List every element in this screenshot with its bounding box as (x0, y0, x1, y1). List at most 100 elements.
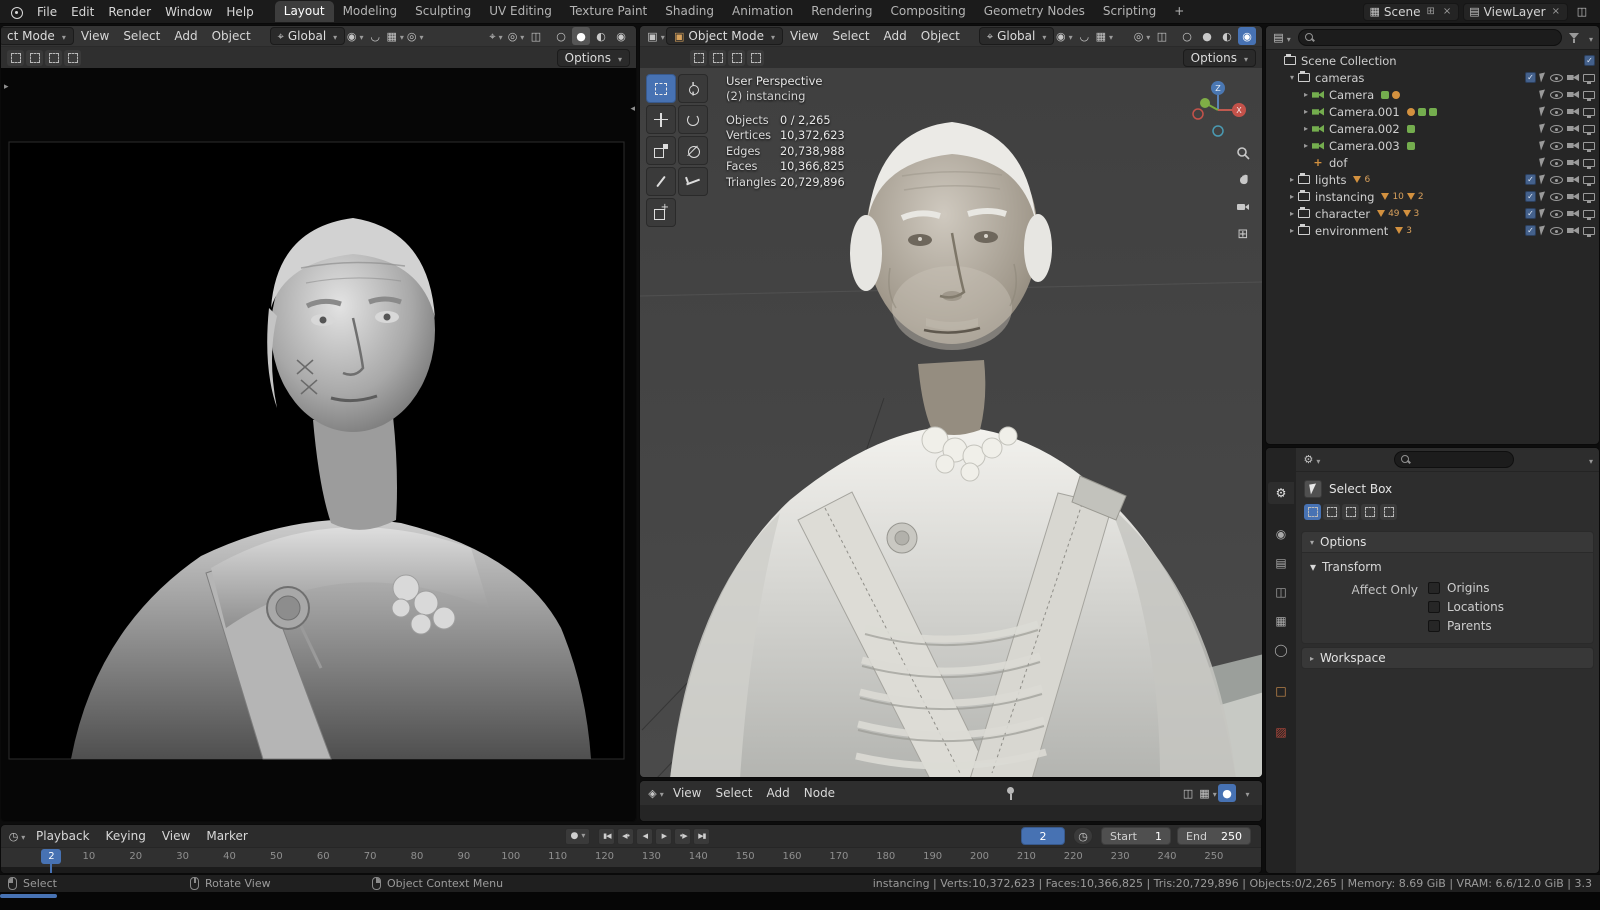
select-mode-new-icon[interactable] (1304, 504, 1321, 520)
camera-view-icon[interactable] (1232, 196, 1254, 218)
node-menu-item[interactable]: View (666, 786, 708, 800)
properties-tab[interactable]: ▤ (1268, 552, 1294, 574)
tool-button[interactable] (678, 167, 708, 196)
timeline-ruler[interactable]: 1020304050607080901001101201301401501601… (1, 847, 1261, 867)
disable-in-viewports-icon[interactable] (1583, 210, 1595, 218)
selectable-icon[interactable] (1539, 191, 1547, 201)
zoom-icon[interactable] (1232, 142, 1254, 164)
pan-hand-icon[interactable] (1232, 169, 1254, 191)
outliner-row-camera-001[interactable]: ▸Camera.001 (1266, 103, 1599, 120)
disclosure-closed-icon[interactable]: ▸ (1300, 90, 1312, 99)
shading-solid-icon[interactable] (1198, 27, 1216, 45)
properties-options-arrow[interactable] (1586, 453, 1593, 467)
tool-button[interactable] (646, 105, 676, 134)
disclosure-closed-icon[interactable]: ▸ (1300, 107, 1312, 116)
disclosure-open-icon[interactable]: ▾ (1286, 73, 1298, 82)
viewport-menu-item[interactable]: Object (914, 29, 967, 43)
node-menu-item[interactable]: Add (760, 786, 797, 800)
timeline-scrollbar[interactable] (0, 894, 57, 898)
disable-in-renders-icon[interactable] (1567, 108, 1579, 116)
transport-button[interactable]: ▶ (655, 828, 672, 845)
outliner-row-dof[interactable]: dof (1266, 154, 1599, 171)
filter-dropdown-arrow[interactable] (1586, 31, 1593, 45)
select-mode-new-icon[interactable] (7, 50, 24, 66)
snap-toggle[interactable] (1074, 27, 1094, 45)
disable-in-renders-icon[interactable] (1567, 176, 1579, 184)
shading-material-icon[interactable] (1218, 27, 1236, 45)
select-mode-subtract-icon[interactable] (728, 50, 745, 66)
viewport-menu-item[interactable]: Object (205, 29, 258, 43)
pivot-point-selector[interactable] (345, 27, 365, 45)
properties-tab[interactable]: ◯ (1268, 639, 1294, 661)
disable-in-renders-icon[interactable] (1567, 210, 1579, 218)
workspace-tab[interactable]: Animation (723, 1, 802, 22)
shading-rendered-icon[interactable] (1238, 27, 1256, 45)
show-gizmo-toggle[interactable] (486, 27, 506, 45)
checkbox-row[interactable]: Locations (1428, 600, 1585, 614)
shading-wireframe-icon[interactable] (1178, 27, 1196, 45)
disable-in-viewports-icon[interactable] (1583, 74, 1595, 82)
topbar-menu-item[interactable]: Help (219, 5, 260, 19)
node-menu-item[interactable]: Select (708, 786, 759, 800)
hide-in-viewport-icon[interactable] (1550, 142, 1563, 150)
workspace-tab[interactable]: Texture Paint (561, 1, 656, 22)
disable-in-viewports-icon[interactable] (1583, 176, 1595, 184)
selectable-icon[interactable] (1539, 72, 1547, 82)
properties-tab[interactable]: ◉ (1268, 523, 1294, 545)
disable-in-renders-icon[interactable] (1567, 125, 1579, 133)
pin-icon[interactable] (1005, 787, 1015, 800)
orthographic-grid-icon[interactable]: ⊞ (1232, 223, 1254, 245)
disable-in-viewports-icon[interactable] (1583, 125, 1595, 133)
viewport-left-canvas[interactable]: ▸ ◂ (1, 68, 637, 822)
shading-material-icon[interactable] (592, 27, 610, 45)
topbar-menu-item[interactable]: File (30, 5, 64, 19)
disable-in-viewports-icon[interactable] (1583, 142, 1595, 150)
workspace-tab[interactable]: Sculpting (406, 1, 480, 22)
sculpt-render[interactable] (1, 68, 637, 822)
workspace-tab[interactable]: Shading (656, 1, 723, 22)
select-mode-extend-icon[interactable] (709, 50, 726, 66)
select-mode-subtract-icon[interactable] (45, 50, 62, 66)
transform-subpanel-header[interactable]: ▾ Transform (1310, 557, 1585, 577)
exclude-checkbox[interactable] (1525, 174, 1536, 185)
exclude-checkbox[interactable] (1525, 208, 1536, 219)
workspace-tab[interactable]: + (1165, 1, 1193, 22)
frame-end-field[interactable]: End250 (1177, 827, 1251, 845)
node-extras-icon[interactable] (1236, 784, 1256, 802)
select-mode-extend-icon[interactable] (26, 50, 43, 66)
viewport-right-canvas[interactable]: User Perspective (2) instancing Objects0… (640, 68, 1263, 778)
checkbox[interactable] (1428, 601, 1440, 613)
node-editor-canvas[interactable] (640, 805, 1262, 822)
mode-selector[interactable]: ct Mode (0, 27, 74, 45)
navigation-gizmo[interactable]: Z X (1186, 76, 1250, 140)
show-overlays-toggle[interactable] (1132, 27, 1152, 45)
properties-tab[interactable]: ◫ (1268, 581, 1294, 603)
shading-rendered-icon[interactable] (612, 27, 630, 45)
outliner-search-input[interactable] (1298, 29, 1562, 46)
mode-selector[interactable]: Object Mode (666, 27, 783, 45)
viewlayer-extras-icon[interactable] (1572, 3, 1592, 21)
hide-in-viewport-icon[interactable] (1550, 91, 1563, 99)
transform-orientation[interactable]: Global (270, 27, 346, 45)
disclosure-closed-icon[interactable]: ▸ (1286, 226, 1298, 235)
outliner-row-camera-002[interactable]: ▸Camera.002 (1266, 120, 1599, 137)
disclosure-closed-icon[interactable]: ▸ (1286, 192, 1298, 201)
checkbox-row[interactable]: Origins (1428, 581, 1585, 595)
current-frame-field[interactable]: 2 (1021, 827, 1065, 845)
tool-button[interactable] (646, 198, 676, 227)
outliner-row-cameras[interactable]: ▾cameras (1266, 69, 1599, 86)
viewlayer-selector[interactable]: ViewLayer × (1463, 3, 1568, 21)
outliner-row-camera[interactable]: ▸Camera (1266, 86, 1599, 103)
workspace-tab[interactable]: Compositing (881, 1, 974, 22)
viewport-menu-item[interactable]: Select (826, 29, 877, 43)
checkbox[interactable] (1428, 582, 1440, 594)
hide-in-viewport-icon[interactable] (1550, 176, 1563, 184)
selectable-icon[interactable] (1539, 89, 1547, 99)
selectable-icon[interactable] (1539, 225, 1547, 235)
disable-in-viewports-icon[interactable] (1583, 227, 1595, 235)
proportional-edit-toggle[interactable] (405, 27, 425, 45)
properties-tab[interactable]: ▦ (1268, 610, 1294, 632)
overlay-node-icon[interactable] (1198, 784, 1218, 802)
selectable-icon[interactable] (1539, 140, 1547, 150)
select-mode-intersect-icon[interactable] (747, 50, 764, 66)
